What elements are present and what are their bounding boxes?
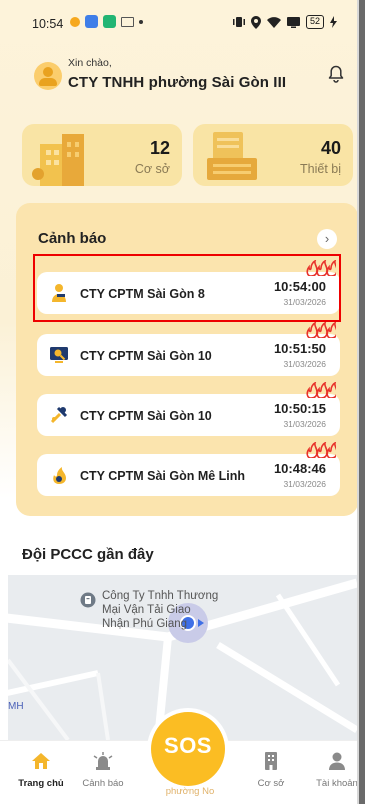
alerts-title: Cảnh báo [38, 230, 107, 247]
nav-label-alerts: Cảnh báo [82, 778, 124, 789]
devices-stat-card[interactable]: 40 Thiết bị [193, 124, 353, 186]
map-poi-label: Công Ty Tnhh Thương Mại Vận Tải Giao Nhậ… [102, 589, 218, 631]
more-dot-icon [139, 19, 143, 24]
alert-name: CTY CPTM Sài Gòn 10 [80, 409, 212, 423]
system-icons: 52 [232, 15, 337, 29]
user-icon [329, 752, 345, 770]
sos-button[interactable]: SOS [151, 712, 225, 786]
charging-icon [330, 16, 337, 28]
mail-notification-icon [121, 16, 134, 27]
nav-item-alerts[interactable]: Cảnh báo [72, 751, 134, 789]
alert-date: 31/03/2026 [283, 359, 326, 369]
facilities-label: Cơ sở [134, 162, 170, 176]
map-poi-line: Công Ty Tnhh Thương [102, 590, 219, 602]
alert-date: 31/03/2026 [283, 419, 326, 429]
location-icon [250, 15, 261, 29]
poi-marker-icon [80, 592, 96, 608]
alert-name: CTY CPTM Sài Gòn Mê Linh [80, 469, 246, 483]
battery-indicator: 52 [305, 15, 324, 29]
fire-icon [306, 382, 336, 398]
map-edge-label: MH [8, 701, 24, 712]
monitor-search-icon [50, 347, 68, 363]
chat-notification-icon [103, 15, 116, 28]
wifi-icon [266, 17, 281, 28]
notification-icons [70, 15, 143, 28]
alert-date: 31/03/2026 [283, 479, 326, 489]
tools-icon [50, 406, 68, 424]
alert-item[interactable]: CTY CPTM Sài Gòn 10 10:50:15 31/03/2026 [37, 382, 340, 436]
vibrate-icon [232, 17, 245, 27]
alert-item[interactable]: CTY CPTM Sài Gòn 10 10:51:50 31/03/2026 [37, 322, 340, 376]
chevron-right-icon[interactable]: › [317, 229, 337, 249]
alert-item[interactable]: CTY CPTM Sài Gòn Mê Linh 10:48:46 31/03/… [37, 442, 340, 496]
alert-time: 10:48:46 [273, 461, 326, 476]
facilities-stat-card[interactable]: 12 Cơ sở [22, 124, 182, 186]
alert-time: 10:51:50 [273, 341, 326, 356]
nav-label-home: Trang chủ [18, 778, 64, 789]
map-poi-line: Nhận Phú Giang [102, 618, 188, 630]
alert-time: 10:50:15 [273, 401, 326, 416]
nav-item-facilities[interactable]: Cơ sở [240, 751, 302, 789]
alerts-panel: Cảnh báo › CTY CPTM Sài Gòn 8 10:54:00 3… [16, 203, 358, 516]
devices-count: 40 [320, 138, 341, 158]
app-screen: 10:54 52 Xin chào, CTY TNHH phường Sài G… [0, 0, 365, 804]
facilities-count: 12 [149, 138, 170, 158]
fire-icon [306, 322, 336, 338]
flame-icon [53, 467, 66, 484]
greeting-header: Xin chào, CTY TNHH phường Sài Gòn III [22, 55, 352, 95]
nav-item-home[interactable]: Trang chủ [10, 751, 72, 789]
bell-icon[interactable] [328, 65, 344, 83]
devices-icon [207, 132, 257, 180]
highlight-box [33, 254, 341, 322]
home-icon [32, 753, 50, 769]
photo-notification-icon [85, 15, 98, 28]
buildings-icon [32, 134, 84, 186]
fire-icon [306, 442, 336, 458]
map-poi-line: Mại Vận Tải Giao [102, 604, 191, 616]
app-notification-icon [70, 16, 80, 27]
organization-name: CTY TNHH phường Sài Gòn III [68, 74, 287, 91]
alert-name: CTY CPTM Sài Gòn 10 [80, 349, 212, 363]
devices-label: Thiết bị [300, 162, 341, 176]
avatar[interactable] [34, 62, 62, 90]
status-time: 10:54 [32, 17, 64, 31]
nearby-teams-title: Đội PCCC gần đây [22, 546, 154, 563]
nav-label-facilities: Cơ sở [257, 778, 285, 789]
status-bar: 10:54 52 [0, 0, 357, 40]
siren-icon [93, 752, 113, 770]
screen-cast-icon [286, 16, 300, 28]
sos-caption: phường No [165, 786, 215, 797]
frame-border [359, 0, 365, 804]
building-icon [265, 752, 277, 770]
sos-label: SOS [164, 733, 212, 758]
greeting-text: Xin chào, [68, 57, 112, 69]
